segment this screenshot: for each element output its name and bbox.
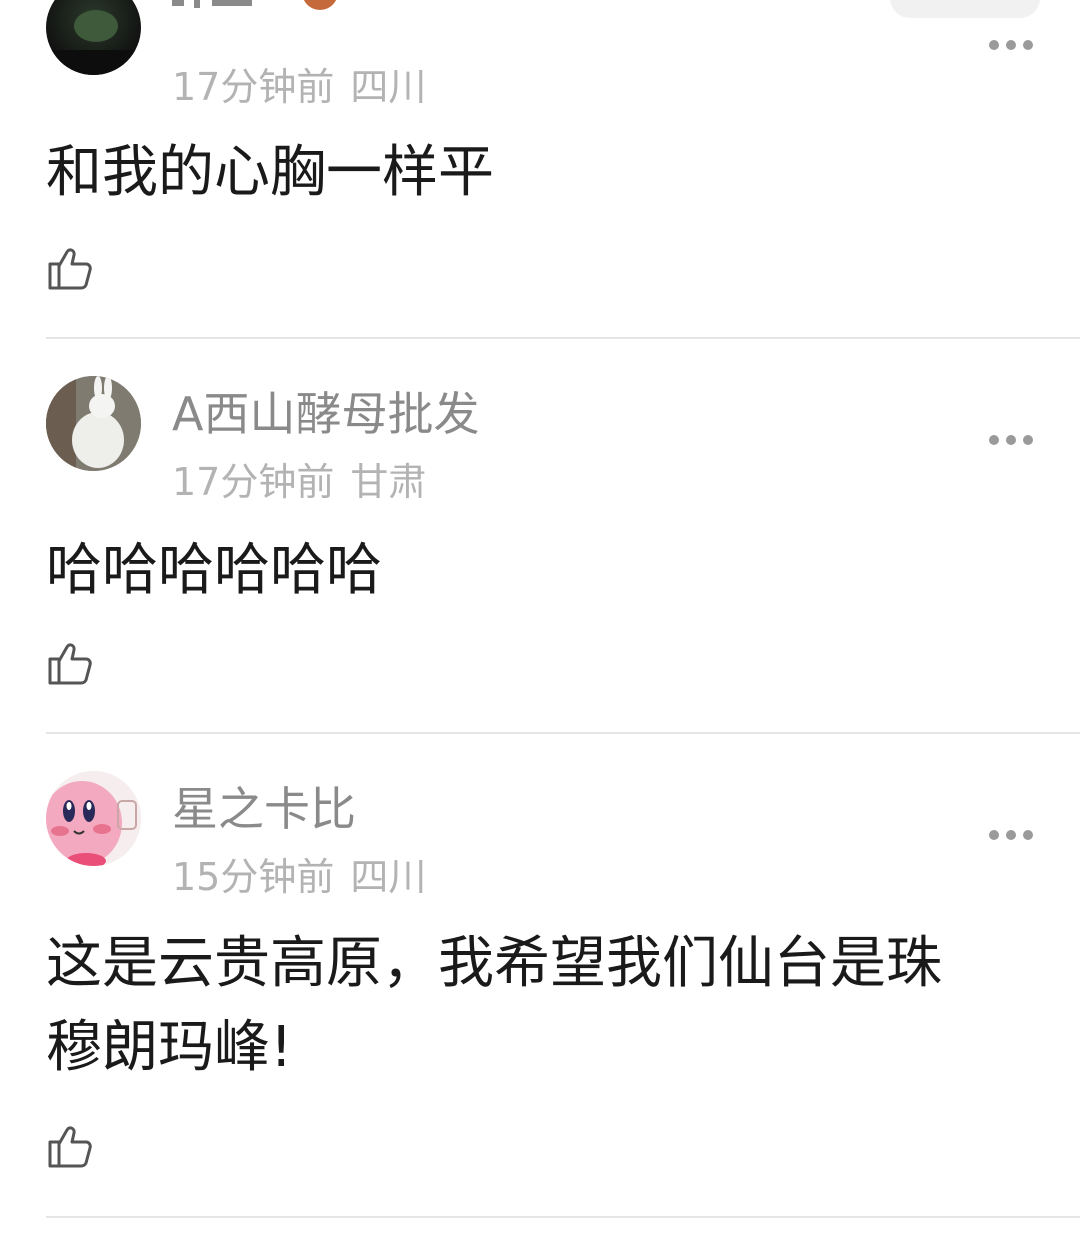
comment-time: 17分钟前 — [172, 65, 335, 109]
more-dots-icon — [989, 830, 1033, 840]
username-fragment[interactable] — [172, 0, 282, 40]
comment-feed: ▔▔ 17分钟前四川 和我的心胸一样平 — [0, 0, 1080, 1240]
kirby-avatar-image — [46, 771, 141, 866]
avatar-badge — [302, 0, 338, 10]
user-avatar[interactable] — [46, 771, 141, 866]
thumbs-up-icon — [48, 1126, 92, 1168]
user-avatar[interactable] — [46, 376, 141, 471]
white-rabbit-avatar-image — [46, 376, 141, 471]
comment-text: 哈哈哈哈哈哈 — [46, 538, 382, 603]
more-options-button[interactable] — [988, 432, 1034, 446]
comment-item: 星之卡比 15分钟前 四川 这是云贵高原，我希望我们仙台是珠穆朗玛峰! — [0, 734, 1080, 1224]
like-button[interactable] — [46, 1122, 94, 1170]
more-dots-icon — [989, 435, 1033, 445]
dark-avatar-image — [46, 10, 141, 75]
thumbs-up-icon — [48, 643, 92, 685]
thumbs-up-icon — [48, 248, 92, 290]
comment-text: 这是云贵高原，我希望我们仙台是珠穆朗玛峰! — [46, 931, 942, 1080]
comment-username[interactable]: A西山酵母批发 — [172, 391, 479, 437]
comment-time: 17分钟前 — [172, 460, 335, 504]
comment-location: 四川 — [350, 65, 427, 109]
user-avatar[interactable] — [46, 0, 141, 75]
comment-meta: 17分钟前 四川 — [172, 68, 426, 106]
like-button[interactable] — [46, 244, 94, 292]
comment-username[interactable]: 星之卡比 — [172, 786, 356, 832]
more-options-button[interactable] — [988, 827, 1034, 841]
comment-text: 和我的心胸一样平 — [46, 140, 494, 205]
comment-location: 四川 — [350, 855, 427, 899]
comment-meta: 17分钟前 甘肃 — [172, 463, 426, 501]
comment-divider — [46, 1216, 1080, 1218]
comment-location: 甘肃 — [350, 460, 427, 504]
comment-meta: 15分钟前 四川 — [172, 858, 426, 896]
like-button[interactable] — [46, 639, 94, 687]
more-dots-icon — [989, 40, 1033, 50]
comment-item: A西山酵母批发 17分钟前 甘肃 哈哈哈哈哈哈 — [0, 339, 1080, 734]
more-options-button[interactable] — [988, 37, 1034, 51]
comment-time: 15分钟前 — [172, 855, 335, 899]
comment-item: 17分钟前 四川 和我的心胸一样平 — [0, 0, 1080, 339]
